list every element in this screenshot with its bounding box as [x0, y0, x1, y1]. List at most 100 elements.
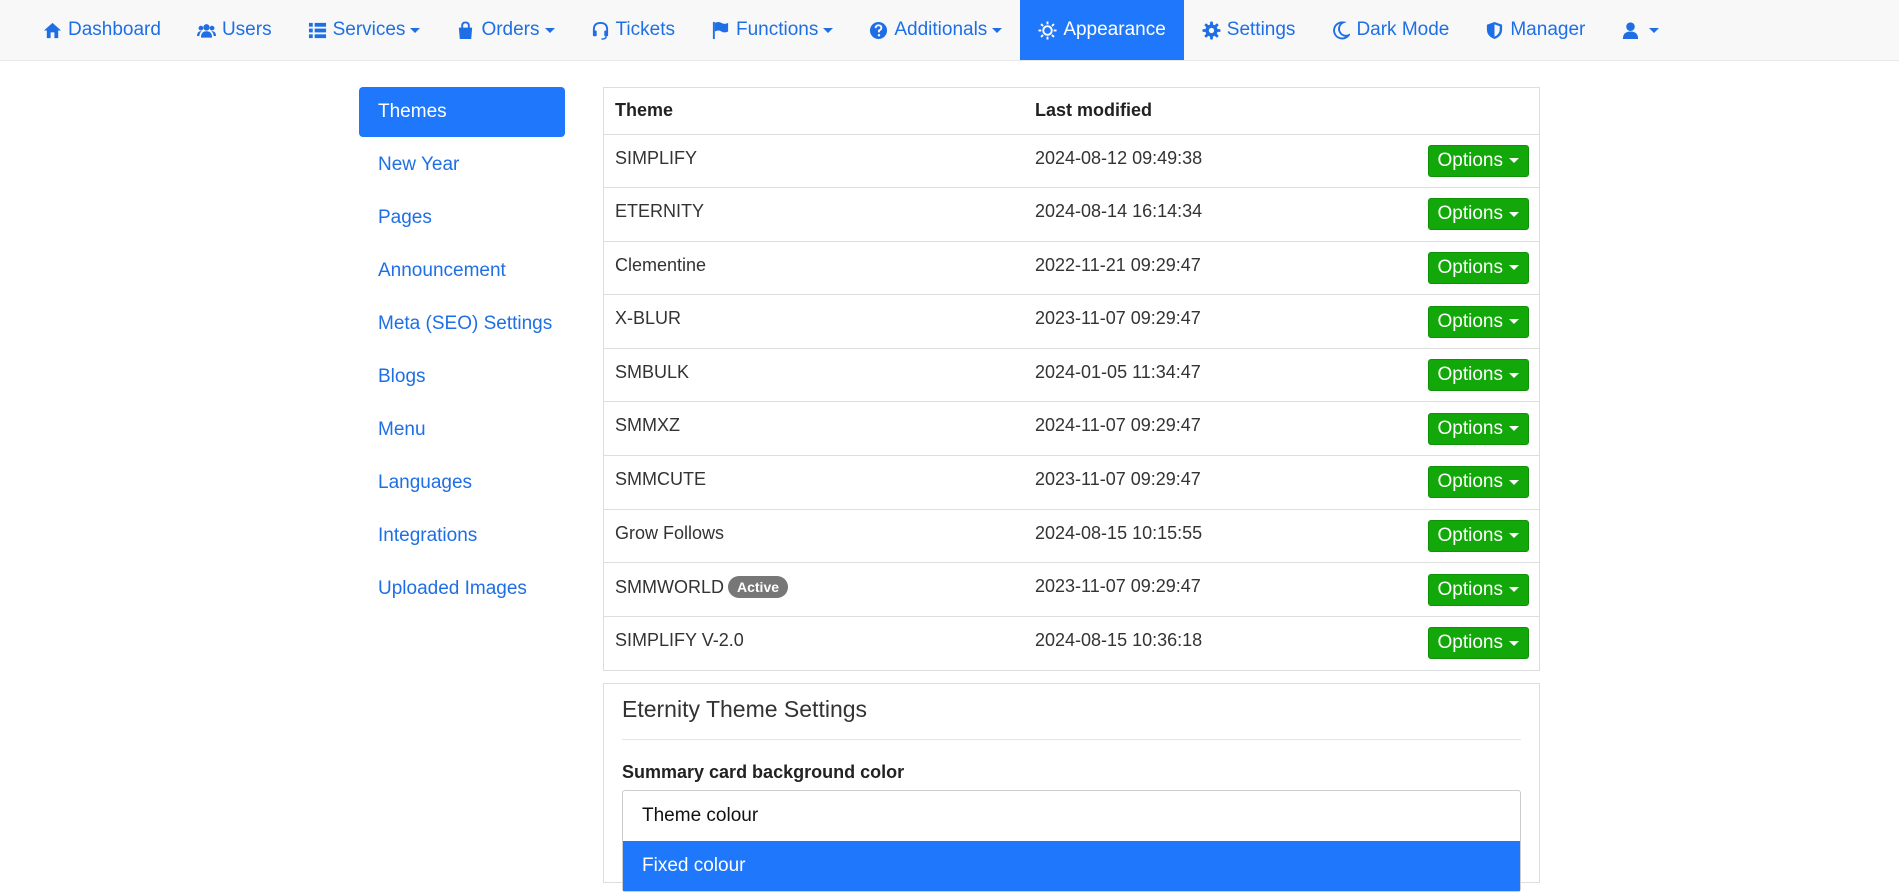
options-button[interactable]: Options: [1427, 359, 1529, 392]
nav-label: Settings: [1226, 19, 1296, 40]
nav-label: Dark Mode: [1356, 19, 1450, 40]
sidebar-item-pages[interactable]: Pages: [359, 193, 565, 243]
sidebar-item-meta-seo-settings[interactable]: Meta (SEO) Settings: [359, 299, 565, 349]
options-label: Options: [1437, 471, 1503, 493]
table-row: ETERNITY 2024-08-14 16:14:34 Options: [604, 187, 1539, 242]
options-button[interactable]: Options: [1427, 627, 1529, 660]
theme-name: Clementine: [604, 240, 1024, 295]
nav-label: Services: [332, 19, 406, 40]
column-header-theme: Theme: [604, 88, 1024, 135]
table-row: Grow Follows 2024-08-15 10:15:55 Options: [604, 508, 1539, 563]
table-row: SMMXZ 2024-11-07 09:29:47 Options: [604, 401, 1539, 456]
option-theme-colour[interactable]: Theme colour: [623, 791, 1520, 841]
moon-icon: [1333, 20, 1351, 39]
chevron-down-icon: [1509, 211, 1519, 217]
summary-card-color-select[interactable]: Theme colour Fixed colour: [622, 790, 1521, 892]
chevron-down-icon: [1509, 372, 1519, 378]
options-label: Options: [1437, 417, 1503, 439]
sidebar-item-menu[interactable]: Menu: [359, 405, 565, 455]
nav-functions[interactable]: Functions: [693, 0, 851, 60]
nav-dark-mode[interactable]: Dark Mode: [1313, 0, 1467, 60]
options-button[interactable]: Options: [1427, 466, 1529, 499]
options-label: Options: [1437, 524, 1503, 546]
chevron-down-icon: [1509, 479, 1519, 485]
nav-additionals[interactable]: Additionals: [851, 0, 1020, 60]
sun-icon: [1038, 20, 1057, 40]
nav-users[interactable]: Users: [179, 0, 290, 60]
table-row: SMMCUTE 2023-11-07 09:29:47 Options: [604, 455, 1539, 510]
nav-label: Appearance: [1063, 19, 1166, 40]
panel-title: Eternity Theme Settings: [622, 684, 1521, 740]
nav-label: Dashboard: [68, 19, 161, 40]
nav-label: Manager: [1510, 19, 1586, 40]
question-circle-icon: [870, 21, 888, 39]
theme-modified: 2023-11-07 09:29:47: [1024, 294, 1337, 349]
options-label: Options: [1437, 149, 1503, 171]
appearance-sidebar: Themes New Year Pages Announcement Meta …: [359, 87, 565, 617]
sidebar-item-integrations[interactable]: Integrations: [359, 511, 565, 561]
themes-table: Theme Last modified SIMPLIFY 2024-08-12 …: [603, 87, 1540, 671]
theme-modified: 2023-11-07 09:29:47: [1024, 455, 1337, 510]
options-label: Options: [1437, 578, 1503, 600]
sidebar-item-new-year[interactable]: New Year: [359, 140, 565, 190]
options-button[interactable]: Options: [1427, 144, 1529, 177]
options-label: Options: [1437, 203, 1503, 225]
options-button[interactable]: Options: [1427, 198, 1529, 231]
summary-card-color-label: Summary card background color: [622, 762, 905, 782]
table-row: SIMPLIFY 2024-08-12 09:49:38 Options: [604, 133, 1539, 188]
options-label: Options: [1437, 256, 1503, 278]
options-button[interactable]: Options: [1427, 519, 1529, 552]
theme-modified: 2024-08-15 10:15:55: [1024, 508, 1337, 563]
chevron-down-icon: [544, 27, 555, 33]
top-navbar: Dashboard Users Services Orders Tickets …: [0, 0, 1899, 61]
chevron-down-icon: [992, 27, 1003, 33]
sidebar-item-themes[interactable]: Themes: [359, 87, 565, 137]
chevron-down-icon: [410, 27, 421, 33]
nav-user-menu[interactable]: [1603, 0, 1677, 60]
chevron-down-icon: [1509, 158, 1519, 164]
user-icon: [1623, 21, 1639, 39]
option-fixed-colour[interactable]: Fixed colour: [623, 841, 1520, 891]
nav-manager[interactable]: Manager: [1467, 0, 1603, 60]
nav-dashboard[interactable]: Dashboard: [25, 0, 179, 60]
sidebar-item-announcement[interactable]: Announcement: [359, 246, 565, 296]
theme-modified: 2022-11-21 09:29:47: [1024, 240, 1337, 295]
sidebar-item-blogs[interactable]: Blogs: [359, 352, 565, 402]
theme-modified: 2024-08-15 10:36:18: [1024, 615, 1337, 670]
table-row: SIMPLIFY V-2.0 2024-08-15 10:36:18 Optio…: [604, 615, 1539, 670]
theme-name: SMBULK: [604, 347, 1024, 402]
options-button[interactable]: Options: [1427, 573, 1529, 606]
nav-label: Additionals: [894, 19, 988, 40]
theme-name: SMMWORLD: [615, 577, 724, 598]
nav-tickets[interactable]: Tickets: [573, 0, 693, 60]
chevron-down-icon: [1509, 265, 1519, 271]
column-header-options: [1336, 88, 1539, 135]
chevron-down-icon: [1509, 587, 1519, 593]
theme-modified: 2024-08-12 09:49:38: [1024, 133, 1337, 188]
sidebar-item-languages[interactable]: Languages: [359, 458, 565, 508]
flag-icon: [712, 21, 729, 39]
options-label: Options: [1437, 364, 1503, 386]
nav-orders[interactable]: Orders: [438, 0, 572, 60]
theme-name: Grow Follows: [604, 508, 1024, 563]
nav-services[interactable]: Services: [290, 0, 439, 60]
nav-appearance[interactable]: Appearance: [1020, 0, 1184, 60]
theme-name: SMMCUTE: [604, 455, 1024, 510]
shield-icon: [1487, 21, 1503, 39]
theme-modified: 2023-11-07 09:29:47: [1024, 562, 1337, 617]
theme-settings-panel: Eternity Theme Settings Summary card bac…: [603, 683, 1540, 892]
sidebar-item-uploaded-images[interactable]: Uploaded Images: [359, 564, 565, 614]
options-button[interactable]: Options: [1427, 305, 1529, 338]
gear-icon: [1202, 20, 1221, 40]
shopping-bag-icon: [459, 20, 473, 39]
theme-modified: 2024-08-14 16:14:34: [1024, 187, 1337, 242]
headset-icon: [592, 21, 608, 40]
list-icon: [308, 22, 326, 38]
options-button[interactable]: Options: [1427, 251, 1529, 284]
nav-settings[interactable]: Settings: [1184, 0, 1314, 60]
table-row: SMMWORLD Active 2023-11-07 09:29:47 Optio…: [604, 562, 1539, 617]
chevron-down-icon: [1509, 640, 1519, 646]
chevron-down-icon: [1509, 533, 1519, 539]
chevron-down-icon: [1509, 319, 1519, 325]
options-button[interactable]: Options: [1427, 412, 1529, 445]
